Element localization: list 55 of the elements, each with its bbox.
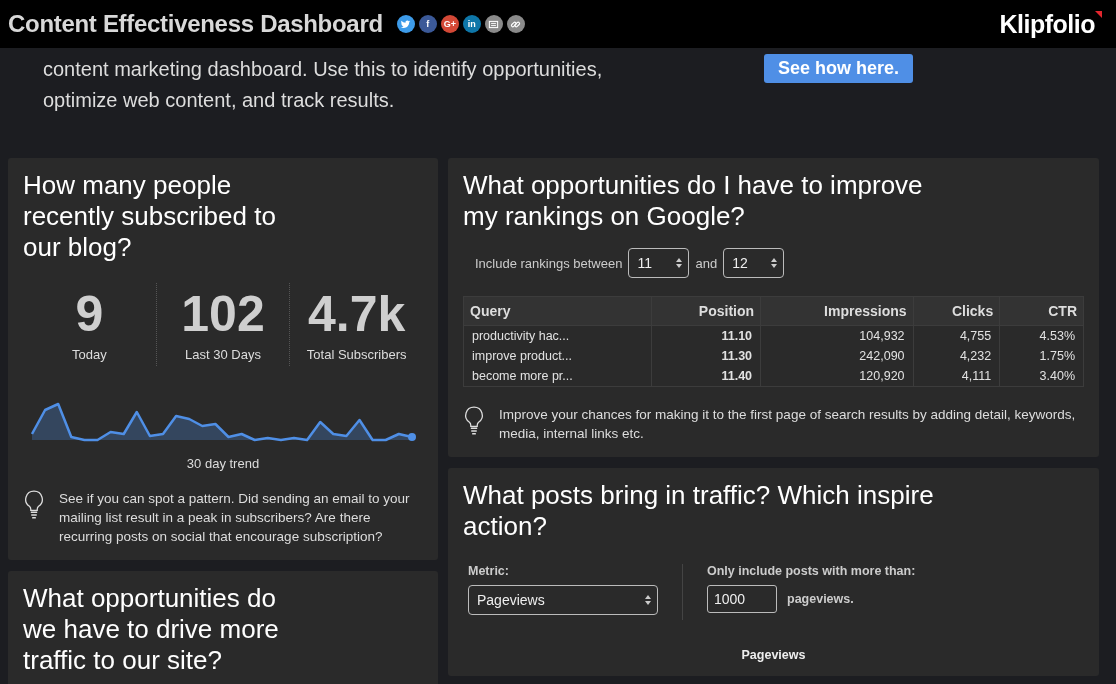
table-cell: 1.75%: [999, 346, 1084, 366]
tip-text: See if you can spot a pattern. Did sending an email to your mailing list result in a peak in subscribers? Are there recurring posts on social that encourage subscription?: [59, 490, 411, 546]
link-icon[interactable]: [506, 15, 525, 33]
table-cell: 11.40: [651, 366, 761, 387]
email-icon[interactable]: [484, 15, 503, 33]
card-title: What posts bring in traffic? Which inspire action?: [463, 480, 935, 542]
stat-value: 9: [74, 285, 105, 343]
metric-select[interactable]: Pageviews: [468, 585, 658, 615]
intro-text: content marketing dashboard. Use this to identify opportunities,: [43, 57, 604, 82]
card-title: What opportunities do we have to drive more traffic to our site?: [23, 583, 280, 676]
table-cell: 4,232: [913, 346, 1000, 366]
facebook-share-button[interactable]: f: [418, 15, 437, 33]
column-header: Query: [463, 296, 652, 326]
table-cell: improve product...: [463, 346, 652, 366]
table-cell: 104,932: [760, 325, 914, 346]
bird-icon[interactable]: [396, 15, 415, 33]
stat-value: 102: [180, 285, 266, 343]
table-cell: 242,090: [760, 346, 914, 366]
lightbulb-icon: [463, 405, 485, 435]
logo: Klipfolio: [999, 8, 1102, 40]
linkedin-share-button[interactable]: in: [462, 15, 481, 33]
table-cell: 4.53%: [999, 325, 1084, 346]
table-cell: 120,920: [760, 366, 914, 387]
table-cell: 4,755: [913, 325, 1000, 346]
stat-label: Last 30 Days: [184, 347, 262, 362]
table-cell: 3.40%: [999, 366, 1084, 387]
lightbulb-icon: [23, 489, 45, 519]
card-title: How many people recently subscribed to our blog?: [23, 170, 277, 263]
threshold-label: Only include posts with more than:: [707, 564, 916, 578]
threshold-input[interactable]: 1000: [707, 585, 777, 613]
intro-text: optimize web content, and track results.: [43, 88, 396, 113]
filter-label: Include rankings between: [475, 255, 623, 271]
max-rank-select[interactable]: 12: [723, 248, 785, 278]
table-cell: 11.10: [651, 325, 761, 346]
dashboard-title: Content Effectiveness Dashboard: [8, 10, 383, 38]
column-header: CTR: [999, 296, 1084, 326]
stat-value: 4.7k: [307, 285, 407, 343]
table-cell: become more pr...: [463, 366, 652, 387]
table-cell: 11.30: [651, 346, 761, 366]
table-cell: productivity hac...: [463, 325, 652, 346]
tip-text: Improve your chances for making it to the first page of search results by adding detail, keywords, media, internal links etc.: [499, 406, 1077, 443]
chart-caption: 30 day trend: [185, 456, 261, 471]
min-rank-select[interactable]: 11: [628, 248, 690, 278]
chart-title: Pageviews: [740, 648, 807, 662]
stat-label: Today: [71, 347, 108, 362]
google-share-button[interactable]: G+: [440, 15, 459, 33]
filter-label: and: [695, 255, 718, 271]
column-header: Impressions: [760, 296, 914, 326]
stat-label: Total Subscribers: [305, 347, 408, 362]
metric-label: Metric:: [468, 564, 510, 578]
table-cell: 4,111: [913, 366, 1000, 387]
column-header: Position: [651, 296, 761, 326]
column-header: Clicks: [913, 296, 1000, 326]
card-title: What opportunities do I have to improve my rankings on Google?: [463, 170, 924, 232]
threshold-unit: pageviews.: [787, 592, 854, 606]
